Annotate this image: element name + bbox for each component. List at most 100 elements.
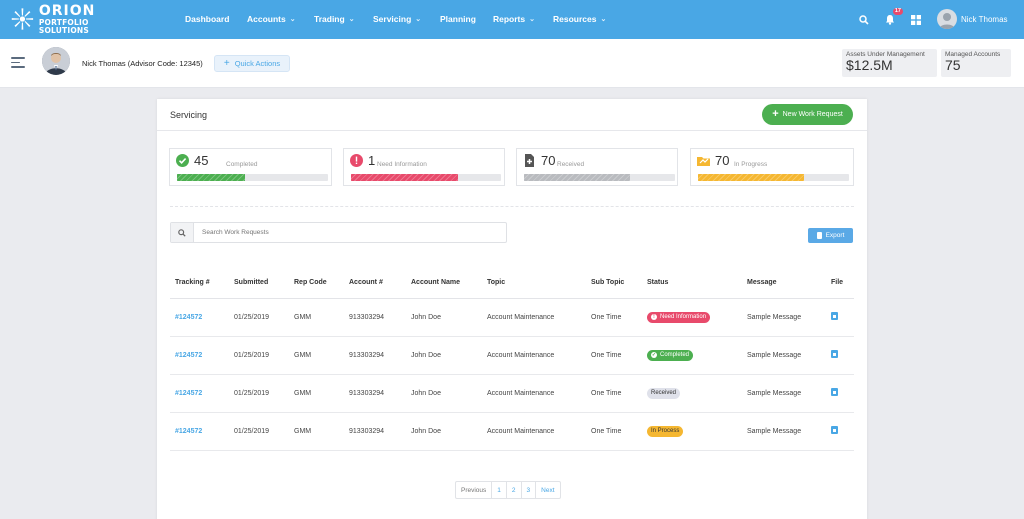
cell-name: John Doe [406,374,482,413]
column-header[interactable]: Message [742,267,826,299]
completed-card[interactable]: 45 Completed [169,148,332,186]
nav-item-reports[interactable]: Reports ⌄ [493,14,535,24]
status-badge: ✓ Completed [647,349,694,361]
table-row[interactable]: #124572 01/25/2019 GMM 913303294 John Doe Acc… [170,374,854,413]
check-circle-icon [176,154,189,167]
cell-rep: GMM [289,298,344,337]
cell-file [826,374,854,413]
nav-item-label: Planning [440,14,476,24]
column-header[interactable]: Rep Code [289,267,344,299]
column-header[interactable]: Tracking # [170,267,229,299]
tracking-link[interactable]: #124572 [170,336,229,375]
check-icon: ✓ [651,352,657,358]
status-label: Need Information [660,314,707,320]
advisor-photo [42,47,70,75]
nav-item-dashboard[interactable]: Dashboard [185,14,229,24]
chevron-down-icon: ⌄ [600,16,607,23]
user-menu[interactable]: Nick Thomas [937,9,1008,29]
managed-accounts-value: 75 [945,57,961,73]
quick-actions-button[interactable]: + Quick Actions [214,55,290,72]
cell-submitted: 01/25/2019 [229,336,289,375]
column-header[interactable]: Sub Topic [586,267,642,299]
cell-account: 913303294 [344,298,406,337]
need-information-count: 1 [368,153,376,168]
tracking-link[interactable]: #124572 [170,298,229,337]
cell-file [826,336,854,375]
column-header[interactable]: Account # [344,267,406,299]
cell-status: ✓ Completed [642,336,742,375]
nav-item-servicing[interactable]: Servicing ⌄ [373,14,421,24]
document-icon [816,232,822,239]
in-progress-card[interactable]: 70 In Progress [690,148,854,186]
brand-name: ORION [38,3,96,19]
file-download-icon[interactable] [831,388,838,396]
nav-item-planning[interactable]: Planning [440,14,476,24]
alert-icon: ! [651,314,657,320]
need-information-card[interactable]: 1 Need Information [343,148,505,186]
page-2-button[interactable]: 2 [507,482,522,498]
notification-bell-icon[interactable]: 17 [883,7,903,27]
document-add-icon [525,154,534,167]
divider [157,130,867,131]
search-icon[interactable] [857,13,871,27]
search-icon[interactable] [171,223,194,242]
search-input[interactable] [202,229,482,236]
page-1-button[interactable]: 1 [492,482,507,498]
table-row[interactable]: #124572 01/25/2019 GMM 913303294 John Doe Acc… [170,298,854,337]
cell-subtopic: One Time [586,336,642,375]
cell-status: In Process [642,412,742,451]
advisor-name: Nick Thomas (Advisor Code: 12345) [82,59,203,68]
tracking-link[interactable]: #124572 [170,374,229,413]
next-page-button[interactable]: Next [536,482,559,498]
tracking-link[interactable]: #124572 [170,412,229,451]
orion-star-icon [11,8,34,30]
table-header-row: Tracking # Submitted Rep Code Account # … [170,267,854,299]
nav-item-accounts[interactable]: Accounts ⌄ [247,14,296,24]
completed-progress-fill [177,174,245,181]
chevron-down-icon: ⌄ [415,16,422,23]
column-header[interactable]: Topic [482,267,586,299]
top-navbar: ORION PORTFOLIO SOLUTIONS Dashboard Accou… [0,0,1024,39]
quick-actions-label: Quick Actions [234,59,281,68]
column-header[interactable]: Status [642,267,742,299]
file-download-icon[interactable] [831,312,838,320]
chevron-down-icon: ⌄ [289,16,296,23]
need-information-progress-fill [351,174,458,181]
completed-progress-bar [177,174,328,181]
cell-submitted: 01/25/2019 [229,374,289,413]
file-download-icon[interactable] [831,350,838,358]
need-information-progress-bar [351,174,501,181]
cell-rep: GMM [289,336,344,375]
notification-count-badge: 17 [892,7,903,15]
cell-rep: GMM [289,412,344,451]
file-download-icon[interactable] [831,426,838,434]
export-label: Export [825,232,845,239]
cell-message: Sample Message [742,374,826,413]
received-card[interactable]: 70 Received [516,148,678,186]
table-row[interactable]: #124572 01/25/2019 GMM 913303294 John Doe Acc… [170,336,854,375]
column-header[interactable]: File [826,267,854,299]
nav-item-trading[interactable]: Trading ⌄ [314,14,355,24]
orion-logo[interactable]: ORION PORTFOLIO SOLUTIONS [10,3,130,35]
brand-tagline: PORTFOLIO SOLUTIONS [38,18,89,35]
cell-account: 913303294 [344,336,406,375]
status-badge: Received [647,387,681,399]
new-work-request-button[interactable]: + New Work Request [762,104,853,125]
new-work-request-label: New Work Request [782,111,843,118]
table-row[interactable]: #124572 01/25/2019 GMM 913303294 John Doe Acc… [170,412,854,451]
search-bar [170,222,507,243]
page-3-button[interactable]: 3 [522,482,537,498]
column-header[interactable]: Account Name [406,267,482,299]
status-label: In Process [651,428,680,434]
nav-item-label: Resources [553,14,597,24]
advisor-header: Nick Thomas (Advisor Code: 12345) + Quic… [0,39,1024,88]
export-button[interactable]: Export [808,228,853,243]
status-label: Received [651,390,677,396]
nav-item-resources[interactable]: Resources ⌄ [553,14,606,24]
apps-grid-icon[interactable] [909,13,923,27]
received-caption: Received [557,161,585,168]
menu-toggle-icon[interactable] [11,57,25,69]
previous-page-button[interactable]: Previous [456,482,493,498]
column-header[interactable]: Submitted [229,267,289,299]
cell-message: Sample Message [742,298,826,337]
